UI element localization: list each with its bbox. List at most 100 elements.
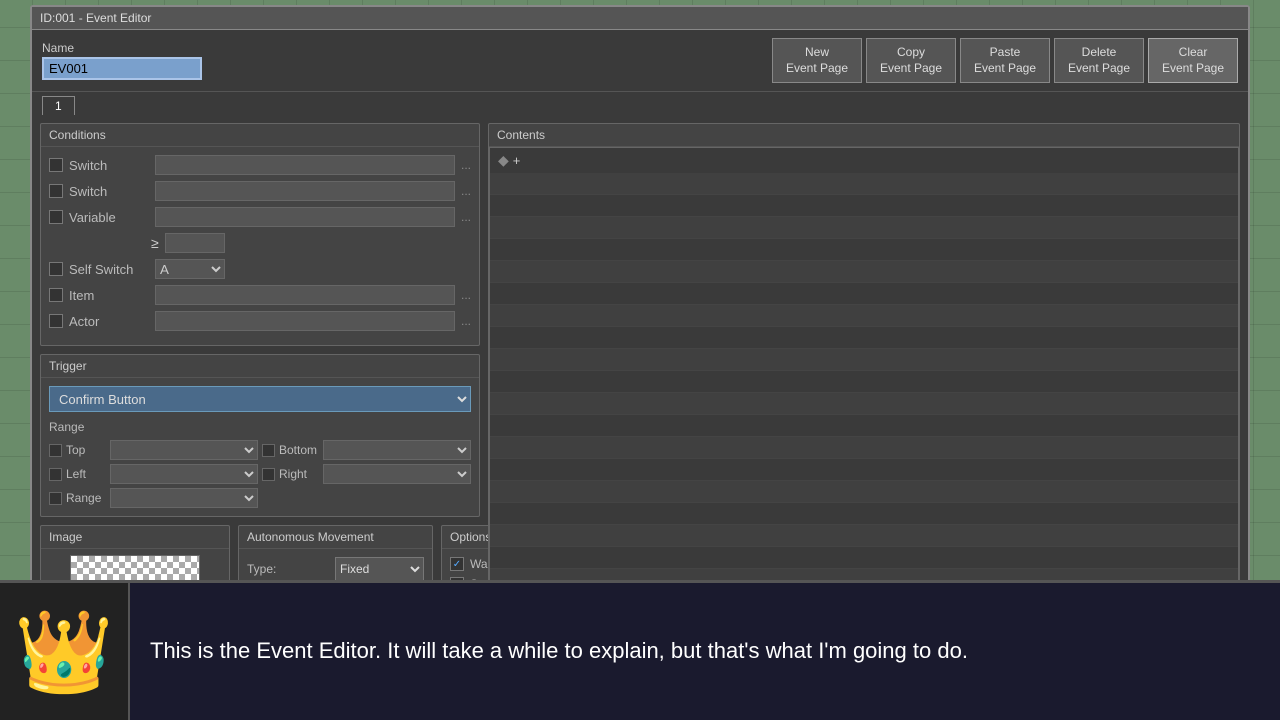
range-left-label: Left	[66, 467, 106, 481]
range-left-select[interactable]	[110, 464, 258, 484]
range-left: Left	[49, 464, 258, 484]
range-right-select[interactable]	[323, 464, 471, 484]
dialog-title: ID:001 - Event Editor	[40, 11, 151, 25]
paste-event-page-button[interactable]: PasteEvent Page	[960, 38, 1050, 83]
content-stripe-17	[490, 525, 1238, 547]
content-stripe-18	[490, 547, 1238, 569]
content-stripe-11	[490, 393, 1238, 415]
content-stripe-10	[490, 371, 1238, 393]
range-top-select[interactable]	[110, 440, 258, 460]
actor-field[interactable]	[155, 311, 455, 331]
range-right-checkbox[interactable]	[262, 468, 275, 481]
contents-add-button[interactable]: ◆ +	[490, 148, 1238, 173]
conditions-title: Conditions	[41, 124, 479, 147]
image-title: Image	[41, 526, 229, 549]
actor-checkbox[interactable]	[49, 314, 63, 328]
tab-row: 1	[32, 92, 1248, 115]
condition-variable: Variable ...	[49, 207, 471, 227]
ge-symbol: ≥	[151, 235, 159, 251]
item-checkbox[interactable]	[49, 288, 63, 302]
range-bottom-select[interactable]	[323, 440, 471, 460]
trigger-body: Confirm Button Touch Auto Run Parallel P…	[41, 378, 479, 516]
variable-dots[interactable]: ...	[461, 210, 471, 224]
switch1-checkbox[interactable]	[49, 158, 63, 172]
switch1-label: Switch	[69, 158, 149, 173]
type-row: Type: Fixed Random Approach Custom	[247, 557, 424, 581]
range-bottom-label: Bottom	[279, 443, 319, 457]
content-stripe-16	[490, 503, 1238, 525]
name-group: Name	[42, 41, 202, 80]
title-bar: ID:001 - Event Editor	[32, 7, 1248, 30]
dialog-text-area: This is the Event Editor. It will take a…	[130, 583, 1280, 720]
content-stripe-6	[490, 283, 1238, 305]
variable-checkbox[interactable]	[49, 210, 63, 224]
header-buttons: NewEvent Page CopyEvent Page PasteEvent …	[772, 38, 1238, 83]
variable-value-input[interactable]	[165, 233, 225, 253]
actor-label: Actor	[69, 314, 149, 329]
switch2-field[interactable]	[155, 181, 455, 201]
range-top: Top	[49, 440, 258, 460]
range-title: Range	[49, 420, 471, 434]
variable-label: Variable	[69, 210, 149, 225]
condition-variable-value: ≥	[49, 233, 471, 253]
range-top-checkbox[interactable]	[49, 444, 62, 457]
condition-actor: Actor ...	[49, 311, 471, 331]
content-stripe-12	[490, 415, 1238, 437]
condition-switch2: Switch ...	[49, 181, 471, 201]
clear-event-page-button[interactable]: ClearEvent Page	[1148, 38, 1238, 83]
content-stripe-4	[490, 239, 1238, 261]
tab-1[interactable]: 1	[42, 96, 75, 115]
selfswitch-label: Self Switch	[69, 262, 149, 277]
copy-event-page-button[interactable]: CopyEvent Page	[866, 38, 956, 83]
variable-field[interactable]	[155, 207, 455, 227]
name-input[interactable]	[42, 57, 202, 80]
type-select[interactable]: Fixed Random Approach Custom	[335, 557, 424, 581]
delete-event-page-button[interactable]: DeleteEvent Page	[1054, 38, 1144, 83]
range-range-checkbox[interactable]	[49, 492, 62, 505]
range-left-checkbox[interactable]	[49, 468, 62, 481]
diamond-icon: ◆	[498, 152, 509, 169]
trigger-range-panel: Trigger Confirm Button Touch Auto Run Pa…	[40, 354, 480, 517]
content-stripe-13	[490, 437, 1238, 459]
contents-title: Contents	[489, 124, 1239, 147]
content-stripe-1	[490, 173, 1238, 195]
condition-item: Item ...	[49, 285, 471, 305]
content-stripe-9	[490, 349, 1238, 371]
content-stripe-5	[490, 261, 1238, 283]
selfswitch-dropdown[interactable]: ABCD	[155, 259, 225, 279]
selfswitch-checkbox[interactable]	[49, 262, 63, 276]
range-range-label: Range	[66, 491, 106, 505]
switch2-checkbox[interactable]	[49, 184, 63, 198]
switch2-dots[interactable]: ...	[461, 184, 471, 198]
content-stripe-15	[490, 481, 1238, 503]
item-label: Item	[69, 288, 149, 303]
content-stripe-8	[490, 327, 1238, 349]
item-field[interactable]	[155, 285, 455, 305]
header-area: Name NewEvent Page CopyEvent Page PasteE…	[32, 30, 1248, 92]
item-dots[interactable]: ...	[461, 288, 471, 302]
range-bottom: Bottom	[262, 440, 471, 460]
bottom-dialog: 👑 This is the Event Editor. It will take…	[0, 580, 1280, 720]
new-event-page-button[interactable]: NewEvent Page	[772, 38, 862, 83]
range-range: Range	[49, 488, 258, 508]
conditions-panel: Conditions Switch ... Switch ...	[40, 123, 480, 346]
switch2-label: Switch	[69, 184, 149, 199]
switch1-field[interactable]	[155, 155, 455, 175]
range-top-label: Top	[66, 443, 106, 457]
actor-dots[interactable]: ...	[461, 314, 471, 328]
condition-selfswitch: Self Switch ABCD	[49, 259, 471, 279]
content-stripe-2	[490, 195, 1238, 217]
range-right: Right	[262, 464, 471, 484]
name-label: Name	[42, 41, 202, 55]
content-stripe-3	[490, 217, 1238, 239]
range-bottom-checkbox[interactable]	[262, 444, 275, 457]
switch1-dots[interactable]: ...	[461, 158, 471, 172]
condition-switch1: Switch ...	[49, 155, 471, 175]
trigger-select[interactable]: Confirm Button Touch Auto Run Parallel P…	[49, 386, 471, 412]
range-right-label: Right	[279, 467, 319, 481]
walking-checkbox[interactable]: ✓	[450, 557, 464, 571]
add-symbol: +	[513, 153, 521, 168]
type-label: Type:	[247, 562, 327, 576]
range-grid: Top Bottom Left	[49, 440, 471, 508]
range-range-select[interactable]	[110, 488, 258, 508]
